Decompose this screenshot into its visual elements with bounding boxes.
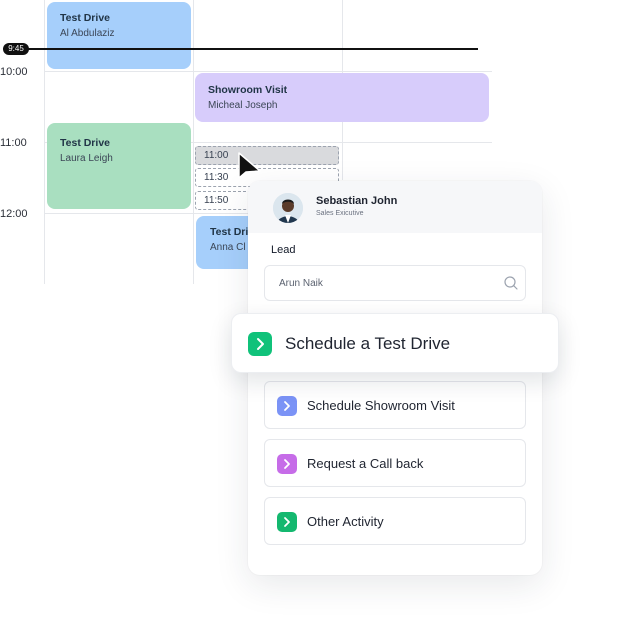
event-title: Showroom Visit xyxy=(208,84,288,96)
lead-search-input[interactable] xyxy=(264,265,526,301)
search-icon[interactable] xyxy=(503,275,519,291)
user-name: Sebastian John xyxy=(316,195,398,207)
event-customer: Micheal Joseph xyxy=(208,100,278,111)
chevron-right-icon xyxy=(277,454,297,474)
panel-header: Sebastian John Sales Exicutive xyxy=(248,181,542,233)
option-label: Schedule Showroom Visit xyxy=(307,398,455,413)
event-title: Test Drive xyxy=(60,137,110,149)
option-label: Schedule a Test Drive xyxy=(285,334,451,353)
time-label: 10:00 xyxy=(0,66,28,78)
user-role: Sales Exicutive xyxy=(316,210,364,217)
option-label: Other Activity xyxy=(307,514,384,529)
cursor-icon xyxy=(238,152,261,179)
schedule-showroom-visit-button[interactable]: Schedule Showroom Visit xyxy=(264,381,526,429)
schedule-test-drive-button[interactable]: Schedule a Test Drive xyxy=(231,313,559,373)
current-time-line xyxy=(20,48,478,50)
chevron-right-icon xyxy=(277,512,297,532)
other-activity-button[interactable]: Other Activity xyxy=(264,497,526,545)
current-time-badge: 9:45 xyxy=(3,43,29,55)
time-slot[interactable]: 11:00 xyxy=(195,146,339,165)
grid-line xyxy=(44,213,248,214)
event-title: Test Drive xyxy=(210,226,256,238)
chevron-right-icon xyxy=(277,396,297,416)
event-card[interactable]: Test Drive Anna Cl xyxy=(196,216,256,269)
event-customer: Al Abdulaziz xyxy=(60,28,115,39)
grid-line xyxy=(44,71,492,72)
event-card[interactable]: Test Drive Al Abdulaziz xyxy=(47,2,191,69)
avatar xyxy=(273,193,303,223)
event-card[interactable]: Test Drive Laura Leigh xyxy=(47,123,191,209)
event-customer: Laura Leigh xyxy=(60,153,113,164)
chevron-right-icon xyxy=(248,332,272,356)
event-title: Test Drive xyxy=(60,12,110,24)
create-activity-panel: Sebastian John Sales Exicutive Lead Sche… xyxy=(248,181,542,575)
request-call-back-button[interactable]: Request a Call back xyxy=(264,439,526,487)
event-customer: Anna Cl xyxy=(210,242,246,253)
lead-label: Lead xyxy=(271,244,296,256)
time-label: 12:00 xyxy=(0,208,28,220)
option-label: Request a Call back xyxy=(307,456,424,471)
time-label: 11:00 xyxy=(0,137,27,149)
event-card[interactable]: Showroom Visit Micheal Joseph xyxy=(195,73,489,122)
